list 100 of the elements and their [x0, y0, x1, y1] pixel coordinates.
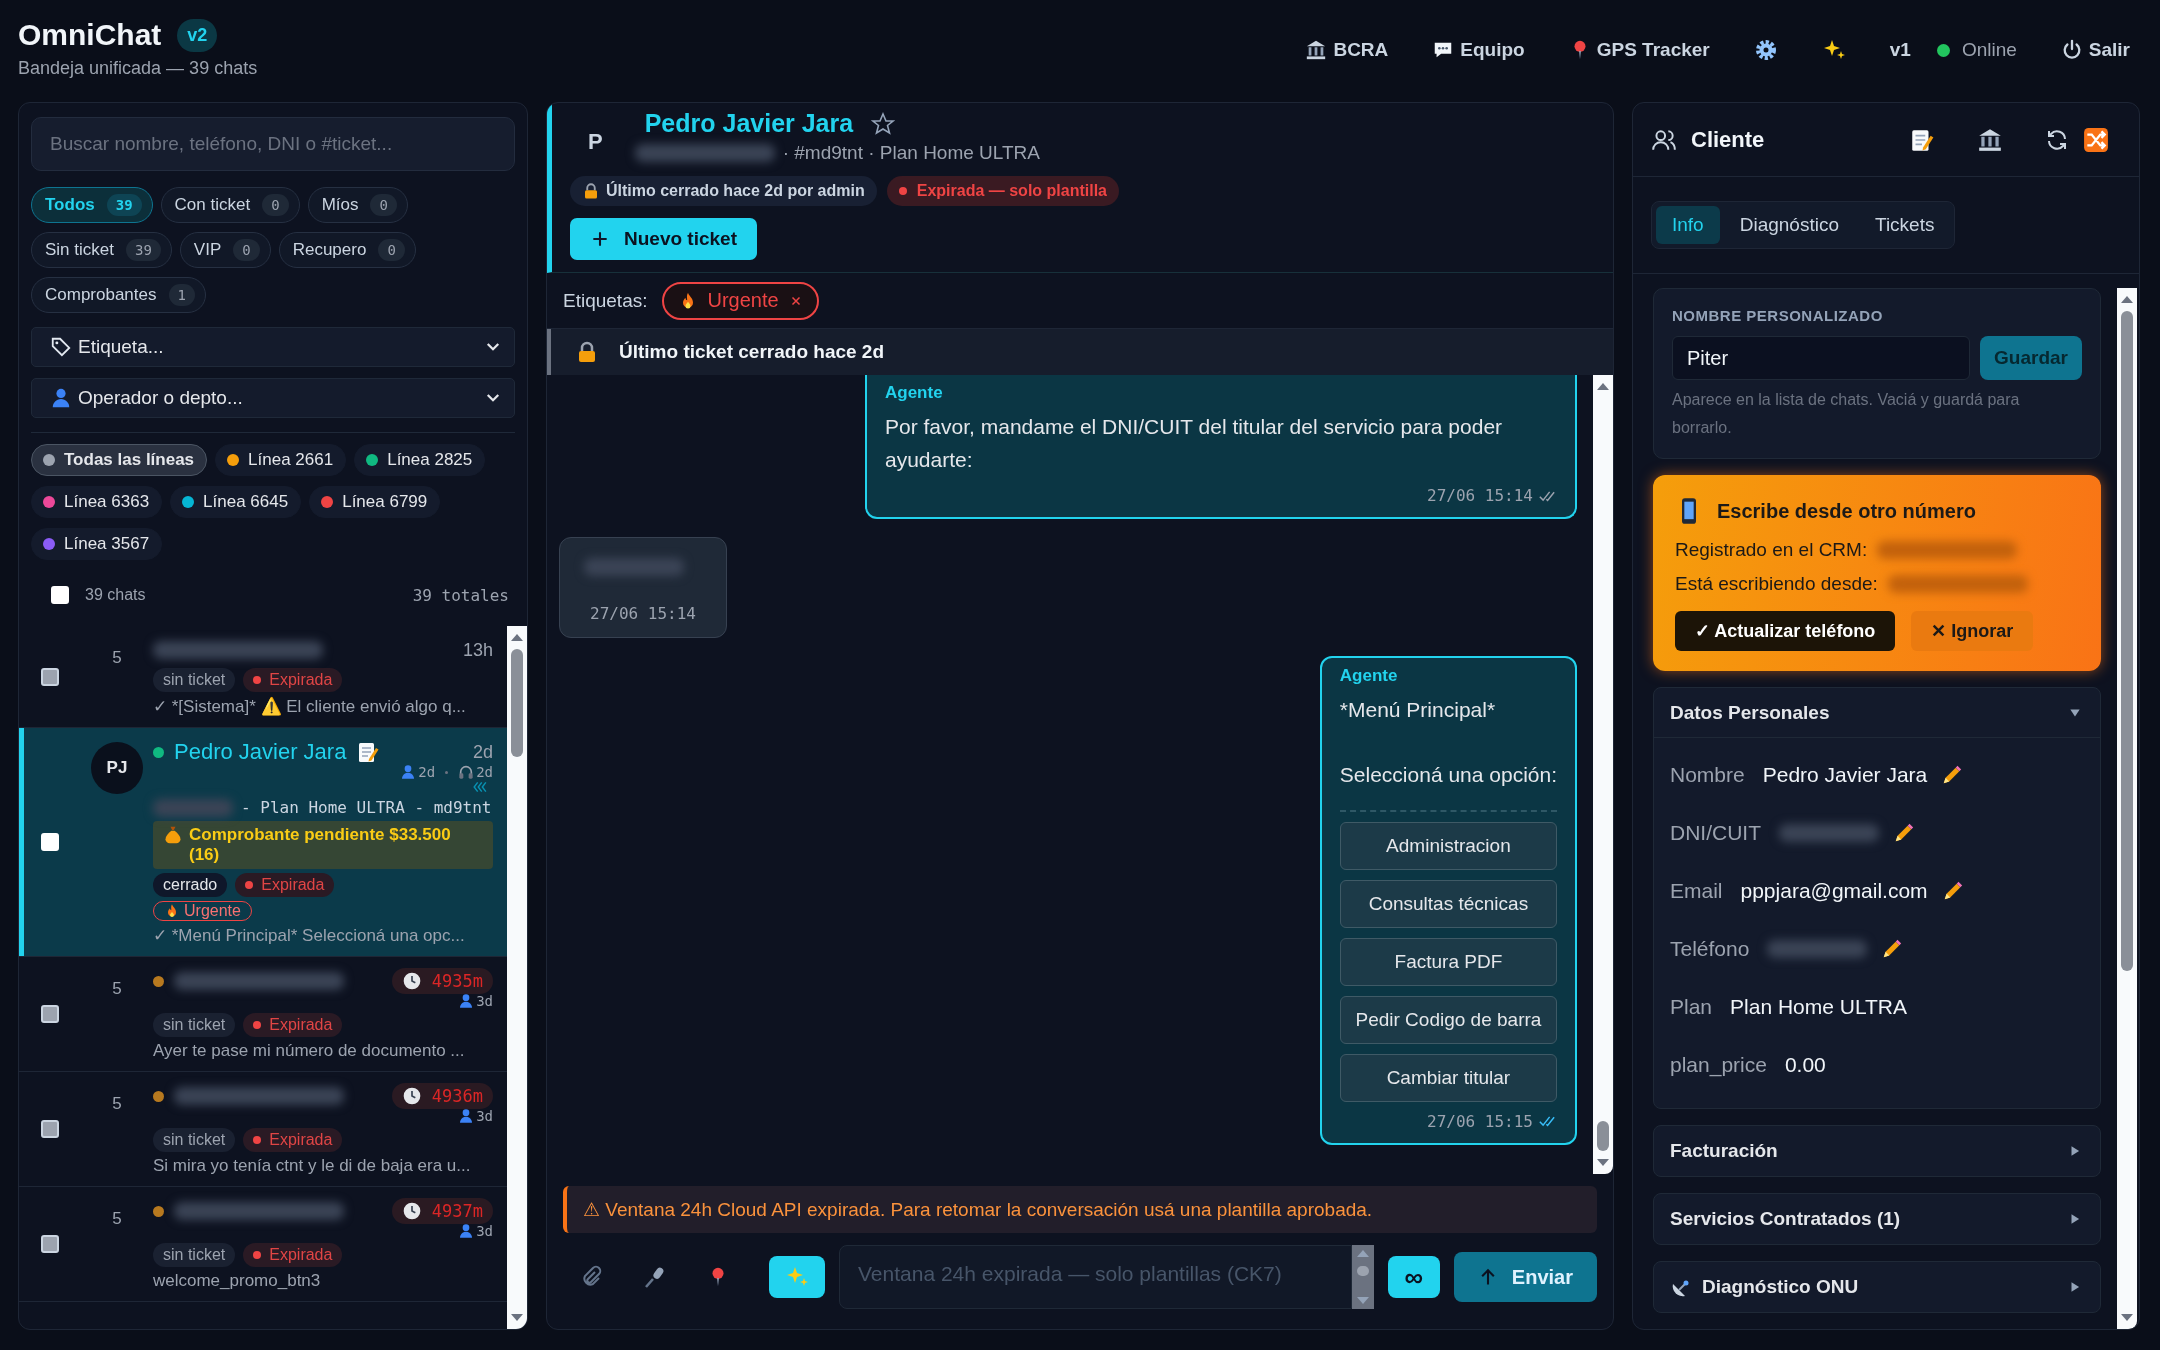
loop-button[interactable]: ∞ [1387, 1256, 1440, 1298]
panel-title: Cliente [1691, 126, 1765, 153]
field-label: NOMBRE PERSONALIZADO [1672, 307, 1884, 324]
warning-banner: ⚠ Ventana 24h Cloud API expirada. Para retomar la conversación usá una plantilla aprobada. [563, 1186, 1597, 1233]
checkbox[interactable] [41, 1005, 59, 1023]
tab[interactable]: Diagnóstico [1723, 206, 1855, 244]
clock-icon [401, 1201, 422, 1221]
checkbox[interactable] [41, 1235, 59, 1253]
message-preview: ✓ *[Sistema]* ⚠ El cliente envió algo q... [153, 696, 467, 717]
timestamp: 13h [462, 639, 493, 661]
message-preview: ✓ *Menú Principal* Seleccioná una opc... [153, 925, 466, 946]
filter-tab[interactable]: Con ticket 0 [160, 187, 300, 223]
message-preview: Ayer te pase mi número de documento ... [153, 1041, 466, 1061]
chat-item[interactable]: 5 4936m 3d sin ticket Expirada Si mira yo tenía ctnt y le di de baja era u... [19, 1072, 507, 1187]
section-title: Diagnóstico ONU [1702, 1276, 1859, 1298]
scrollbar[interactable] [1351, 1245, 1374, 1309]
filter-tab[interactable]: Todos 39 [31, 187, 153, 223]
name-field[interactable]: Piter [1672, 336, 1970, 380]
total-count: 39 totales [412, 585, 509, 605]
message-author: Agente [1339, 666, 1399, 687]
nav-link[interactable]: Salir [2060, 39, 2130, 61]
status-tag: sin ticket [153, 1013, 236, 1037]
activity-time: 2d [418, 764, 436, 780]
star-icon[interactable] [871, 111, 896, 136]
checkbox[interactable] [41, 1120, 59, 1138]
field-value: Pedro Javier Jara [1762, 763, 1928, 787]
pencil-icon[interactable] [1893, 822, 1915, 844]
pencil-icon[interactable] [1881, 938, 1904, 960]
tag-icon [50, 336, 72, 358]
status-tag: sin ticket [153, 1243, 236, 1267]
unread-count: 5 [112, 1208, 122, 1229]
tab[interactable]: Tickets [1859, 206, 1951, 244]
tag-dropdown[interactable]: Etiqueta... [31, 327, 515, 367]
scrollbar[interactable] [2117, 288, 2137, 1329]
magic-button[interactable] [769, 1256, 825, 1298]
elapsed-time: 4935m [431, 971, 483, 991]
checkbox[interactable] [41, 667, 59, 686]
line-filter[interactable]: Línea 2661 [215, 444, 347, 476]
version-label: v1 [1889, 39, 1911, 61]
unread-count: 5 [112, 978, 122, 999]
line-filter[interactable]: Línea 6645 [170, 486, 302, 518]
line-filter[interactable]: Línea 3567 [31, 528, 163, 560]
scrollbar[interactable] [1593, 375, 1613, 1174]
settings-icon[interactable] [1753, 38, 1778, 62]
option-button[interactable]: Pedir Codigo de barra [1339, 995, 1557, 1044]
nav-link[interactable]: BCRA [1305, 39, 1389, 61]
tab[interactable]: Info [1656, 206, 1720, 244]
line-filter[interactable]: Línea 6799 [309, 486, 441, 518]
subtitle: Bandeja unificada — 39 chats [18, 58, 258, 79]
filter-tab[interactable]: Recupero 0 [278, 232, 416, 268]
message-author: Agente [885, 383, 944, 403]
lock-icon [582, 182, 600, 200]
filter-tab[interactable]: Comprobantes 1 [31, 277, 206, 313]
option-button[interactable]: Consultas técnicas [1339, 879, 1557, 928]
count-badge: 39 [126, 239, 161, 261]
shuffle-icon[interactable] [2083, 126, 2109, 153]
pencil-icon[interactable] [1941, 764, 1964, 786]
line-filter[interactable]: Línea 6363 [31, 486, 163, 518]
select-all-checkbox[interactable] [51, 586, 69, 604]
new-ticket-button[interactable]: Nuevo ticket [570, 218, 757, 260]
chat-item[interactable]: 5 4935m 3d sin ticket Expirada Ayer te pase mi número de documento ... [19, 957, 507, 1072]
status-tag: cerrado [153, 873, 228, 897]
ignore-button[interactable]: ✕ Ignorar [1911, 611, 2034, 651]
option-button[interactable]: Administracion [1339, 821, 1557, 870]
update-button[interactable]: ✓ Actualizar teléfono [1675, 611, 1896, 651]
option-button[interactable]: Factura PDF [1339, 937, 1557, 986]
clock-icon [401, 971, 422, 991]
message-field[interactable]: Ventana 24h expirada — solo plantillas (CK7) [839, 1245, 1352, 1309]
count-badge: 0 [262, 194, 289, 216]
filter-tab[interactable]: Sin ticket 39 [31, 232, 172, 268]
line-filter[interactable]: Línea 2825 [354, 444, 486, 476]
contact-detail: · #md9tnt · Plan Home ULTRA [782, 142, 1040, 164]
line-filter[interactable]: Todas las líneas [31, 444, 208, 476]
operator-dropdown[interactable]: Operador o depto... [31, 378, 515, 418]
field-label: Teléfono [1670, 937, 1750, 961]
send-button[interactable]: Enviar [1453, 1252, 1597, 1302]
refresh-icon[interactable] [2045, 127, 2069, 152]
chat-item[interactable]: 5 13h sin ticket Expirada ✓ *[Sistema]* ⚠ El cliente envió algo q... [19, 626, 507, 728]
chat-item[interactable]: 5 4937m 3d sin ticket Expirada welcome_promo_btn3 [19, 1187, 507, 1302]
unread-count: 5 [112, 1093, 122, 1114]
option-button[interactable]: Cambiar titular [1339, 1053, 1557, 1102]
filter-tab[interactable]: VIP 0 [179, 232, 271, 268]
search-field[interactable]: Buscar nombre, teléfono, DNI o #ticket... [31, 117, 515, 171]
status-tag: Expirada [243, 668, 343, 692]
section-header[interactable]: Datos Personales [1654, 688, 2100, 738]
app-title: OmniChat [18, 18, 162, 52]
bank-icon [1305, 39, 1328, 61]
nav-link[interactable]: Equipo [1432, 39, 1525, 61]
chat-item[interactable]: PJ Pedro Javier Jara 2d 2d 2d - Plan Home ULTRA - md9tnt Comprobante pendiente $33.500 (16) cerrado Expirada Urgente ✓ *Menú Principal* Seleccioná una opc... [19, 728, 507, 957]
section-header[interactable]: Diagnóstico ONU [1654, 1262, 2100, 1312]
section-header[interactable]: Facturación [1654, 1126, 2100, 1176]
nav-link[interactable]: GPS Tracker [1568, 39, 1710, 61]
person-icon [50, 387, 72, 409]
count-badge: 39 [106, 194, 142, 216]
filter-tab[interactable]: Míos 0 [307, 187, 408, 223]
scrollbar[interactable] [507, 626, 527, 1329]
person-icon [400, 764, 417, 780]
bank-icon[interactable] [1977, 126, 2003, 153]
headphones-icon [458, 764, 475, 780]
section-header[interactable]: Servicios Contratados (1) [1654, 1194, 2100, 1244]
